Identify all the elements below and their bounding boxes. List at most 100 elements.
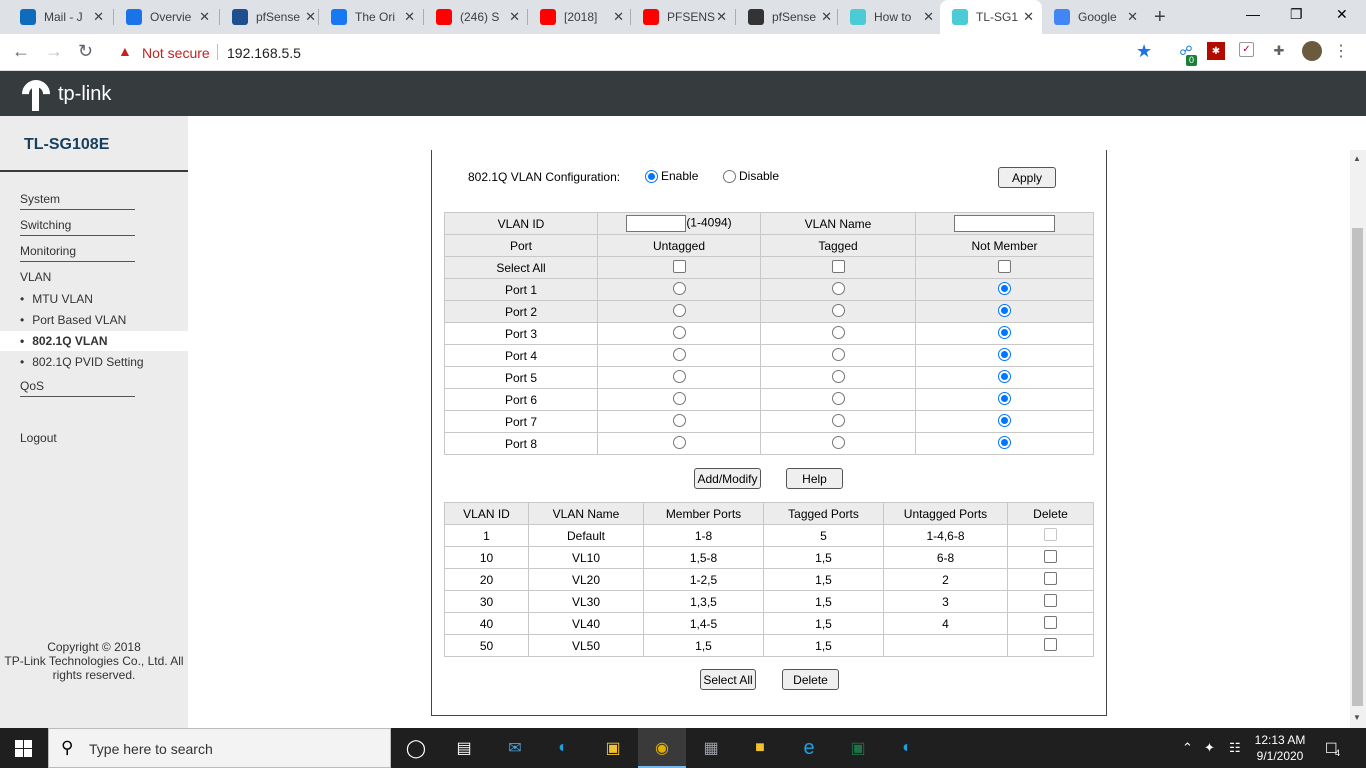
tab-close-icon[interactable]: ✕ — [716, 9, 727, 25]
select-all-untagged-checkbox[interactable] — [672, 259, 686, 273]
menu-logout[interactable]: Logout — [20, 431, 135, 448]
delete-checkbox[interactable] — [1044, 615, 1057, 629]
delete-checkbox[interactable] — [1044, 571, 1057, 585]
port-untagged-radio[interactable] — [672, 347, 686, 361]
close-window-icon[interactable]: ✕ — [1336, 6, 1348, 23]
browser-tab[interactable]: Mail - J ✕ — [8, 0, 112, 34]
pdf-extension-icon[interactable]: ✱ — [1207, 42, 1225, 60]
tab-close-icon[interactable]: ✕ — [923, 9, 934, 25]
dropbox-icon[interactable]: ✦ — [1204, 740, 1215, 756]
browser-tab[interactable]: Google ✕ — [1042, 0, 1146, 34]
page-scrollbar[interactable]: ▲ ▼ — [1350, 150, 1366, 728]
port-not-member-radio[interactable] — [998, 325, 1011, 339]
select-all-button[interactable]: Select All — [700, 669, 756, 690]
select-all-tagged-checkbox[interactable] — [831, 259, 845, 273]
menu-qos[interactable]: QoS — [20, 379, 135, 397]
browser-tab[interactable]: [2018] ✕ — [528, 0, 632, 34]
port-not-member-radio[interactable] — [998, 413, 1011, 427]
tab-close-icon[interactable]: ✕ — [93, 9, 104, 25]
forward-arrow-icon[interactable]: → — [45, 41, 63, 62]
tab-close-icon[interactable]: ✕ — [509, 9, 520, 25]
taskbar-clock[interactable]: 12:13 AM 9/1/2020 — [1250, 732, 1310, 764]
browser-tab[interactable]: The Ori ✕ — [319, 0, 423, 34]
delete-checkbox[interactable] — [1044, 593, 1057, 607]
browser-menu-icon[interactable]: ⋮ — [1332, 42, 1350, 60]
port-untagged-radio[interactable] — [672, 413, 686, 427]
menu-mtu-vlan[interactable]: • MTU VLAN — [20, 292, 93, 306]
scroll-down-icon[interactable]: ▼ — [1353, 713, 1361, 722]
address-bar[interactable]: ▲ Not secure 192.168.5.5 ★ — [110, 39, 1165, 65]
wifi-icon[interactable]: ☷ — [1229, 740, 1241, 756]
apply-button[interactable]: Apply — [998, 167, 1056, 188]
port-not-member-radio[interactable] — [998, 347, 1011, 361]
port-tagged-radio[interactable] — [831, 281, 845, 295]
port-untagged-radio[interactable] — [672, 435, 686, 449]
port-not-member-radio[interactable] — [998, 281, 1011, 295]
scroll-thumb[interactable] — [1352, 228, 1363, 706]
file-explorer-icon[interactable]: ■ — [747, 736, 773, 760]
menu-8021q-vlan[interactable]: • 802.1Q VLAN — [0, 331, 188, 351]
excel-icon[interactable]: ▣ — [845, 736, 871, 760]
scroll-up-icon[interactable]: ▲ — [1353, 154, 1361, 163]
port-not-member-radio[interactable] — [998, 303, 1011, 317]
windows-start-icon[interactable] — [15, 740, 32, 757]
tab-close-icon[interactable]: ✕ — [821, 9, 832, 25]
delete-button[interactable]: Delete — [782, 669, 839, 690]
url-text[interactable]: 192.168.5.5 — [227, 45, 301, 61]
reload-icon[interactable]: ↻ — [78, 41, 93, 62]
browser-tab[interactable]: (246) S ✕ — [424, 0, 528, 34]
browser-tab[interactable]: TL-SG1 ✕ — [940, 0, 1042, 34]
port-untagged-radio[interactable] — [672, 369, 686, 383]
menu-switching[interactable]: Switching — [20, 218, 135, 236]
bookmark-star-icon[interactable]: ★ — [1136, 41, 1152, 62]
port-untagged-radio[interactable] — [672, 303, 686, 317]
delete-checkbox[interactable] — [1044, 549, 1057, 563]
tab-close-icon[interactable]: ✕ — [613, 9, 624, 25]
port-tagged-radio[interactable] — [831, 325, 845, 339]
taskbar-search-box[interactable]: ⚲ Type here to search — [48, 728, 391, 768]
help-button[interactable]: Help — [786, 468, 843, 489]
browser-tab[interactable]: pfSense ✕ — [220, 0, 324, 34]
delete-checkbox[interactable] — [1044, 637, 1057, 651]
menu-monitoring[interactable]: Monitoring — [20, 244, 135, 262]
chrome-icon[interactable]: ◉ — [649, 736, 675, 760]
port-not-member-radio[interactable] — [998, 369, 1011, 383]
tab-close-icon[interactable]: ✕ — [404, 9, 415, 25]
task-view-icon[interactable]: ▤ — [451, 736, 477, 760]
menu-port-based-vlan[interactable]: • Port Based VLAN — [20, 313, 126, 327]
tray-chevron-icon[interactable]: ⌃ — [1182, 740, 1193, 756]
browser-tab[interactable]: How to ✕ — [838, 0, 942, 34]
browser-tab[interactable]: PFSENS ✕ — [631, 0, 735, 34]
enable-radio[interactable]: Enable — [645, 169, 698, 183]
edge-beta-icon[interactable]: ◐ — [894, 736, 920, 760]
port-untagged-radio[interactable] — [672, 391, 686, 405]
port-tagged-radio[interactable] — [831, 369, 845, 383]
port-not-member-radio[interactable] — [998, 391, 1011, 405]
port-untagged-radio[interactable] — [672, 325, 686, 339]
pocket-extension-icon[interactable]: ✓ — [1239, 42, 1254, 57]
browser-tab[interactable]: Overvie ✕ — [114, 0, 218, 34]
extensions-puzzle-icon[interactable]: ✚ — [1270, 42, 1288, 60]
select-all-not-member-checkbox[interactable] — [998, 259, 1011, 273]
cortana-icon[interactable]: ◯ — [403, 736, 429, 760]
not-secure-label[interactable]: Not secure — [142, 45, 210, 61]
port-not-member-radio[interactable] — [998, 435, 1011, 449]
port-tagged-radio[interactable] — [831, 391, 845, 405]
port-tagged-radio[interactable] — [831, 413, 845, 427]
vlan-id-input[interactable] — [626, 215, 687, 232]
disable-radio[interactable]: Disable — [723, 169, 779, 183]
profile-avatar[interactable] — [1302, 41, 1322, 61]
tab-close-icon[interactable]: ✕ — [305, 9, 316, 25]
browser-tab[interactable]: pfSense ✕ — [736, 0, 840, 34]
disable-radio-input[interactable] — [723, 169, 736, 183]
port-tagged-radio[interactable] — [831, 347, 845, 361]
edge-icon[interactable]: ◐ — [550, 736, 576, 760]
minimize-icon[interactable]: — — [1246, 6, 1260, 22]
tab-close-icon[interactable]: ✕ — [199, 9, 210, 25]
enable-radio-input[interactable] — [645, 169, 658, 183]
port-tagged-radio[interactable] — [831, 303, 845, 317]
port-untagged-radio[interactable] — [672, 281, 686, 295]
internet-explorer-icon[interactable]: e — [796, 736, 822, 760]
restore-icon[interactable]: ❐ — [1290, 6, 1303, 23]
add-modify-button[interactable]: Add/Modify — [694, 468, 761, 489]
